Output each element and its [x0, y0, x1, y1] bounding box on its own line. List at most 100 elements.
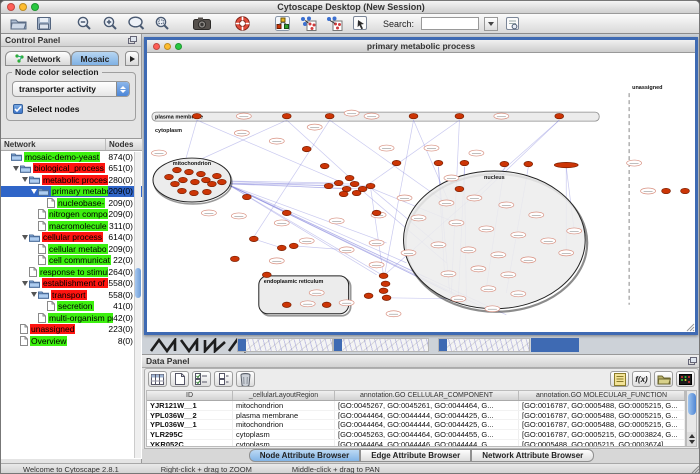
frame-zoom-button[interactable]	[175, 43, 182, 50]
expand-arrow-icon[interactable]	[12, 166, 20, 171]
network-frame-titlebar[interactable]: primary metabolic process	[147, 40, 695, 53]
tree-row-unassigned[interactable]: unassigned223(0)	[1, 324, 142, 336]
tree-row-response-to-stimul[interactable]: response to stimul264(0)	[1, 266, 142, 278]
zoom-selected-icon[interactable]	[151, 15, 173, 32]
window-titlebar[interactable]: Cytoscape Desktop (New Session)	[1, 1, 700, 14]
tab-network-attribute-browser[interactable]: Network Attribute Browser	[471, 449, 594, 462]
tree-row-mosaic-demo-yeast[interactable]: mosaic-demo-yeast874(0)	[1, 151, 142, 163]
minimize-button[interactable]	[19, 3, 27, 11]
table-row[interactable]: YLR295Ccytoplasm[GO:0045263, GO:0044464,…	[147, 430, 685, 440]
snapshot-camera-icon[interactable]	[191, 15, 213, 32]
matrix-view-icon[interactable]	[676, 371, 695, 387]
attribute-table-icon[interactable]	[148, 371, 167, 387]
tab-mosaic[interactable]: Mosaic	[71, 51, 120, 66]
zoom-out-icon[interactable]	[73, 15, 95, 32]
float-data-panel-icon[interactable]	[688, 357, 697, 365]
table-row[interactable]: YKR052Ccytoplasm[GO:0044464, GO:0044446,…	[147, 440, 685, 447]
table-scrollbar-thumb[interactable]	[688, 393, 696, 415]
tree-row-establishment-of-lo[interactable]: establishment of lo558(0)	[1, 278, 142, 290]
tree-row-cellular-metabo[interactable]: cellular metabo209(0)	[1, 243, 142, 255]
select-attributes-icon[interactable]	[192, 371, 211, 387]
tree-col-nodes[interactable]: Nodes	[106, 139, 142, 150]
tab-edge-attribute-browser[interactable]: Edge Attribute Browser	[360, 449, 471, 462]
zoom-button[interactable]	[31, 3, 39, 11]
column-header-3[interactable]: annotation.GO MOLECULAR_FUNCTION	[519, 391, 685, 400]
expand-arrow-icon[interactable]	[30, 292, 38, 297]
network-node-colored	[392, 160, 401, 165]
tree-scrollbar[interactable]	[134, 152, 141, 458]
search-dropdown-button[interactable]	[484, 17, 498, 31]
table-cell: YPL036W__2	[147, 411, 233, 420]
tree-row-macromolecule[interactable]: macromolecule311(0)	[1, 220, 142, 232]
float-panel-icon[interactable]	[128, 36, 137, 44]
layout-2-icon[interactable]	[323, 15, 345, 32]
tree-row-primary-metabo[interactable]: primary metabo209(0)	[1, 186, 142, 198]
tree-scrollbar-thumb[interactable]	[135, 268, 141, 298]
search-options-icon[interactable]	[502, 15, 524, 32]
new-attribute-icon[interactable]	[170, 371, 189, 387]
expand-arrow-icon[interactable]	[21, 177, 29, 182]
column-header-1[interactable]: _cellularLayoutRegion	[233, 391, 335, 400]
expand-arrow-icon[interactable]	[21, 281, 29, 286]
annotation-icon[interactable]	[349, 15, 371, 32]
tree-row-metabolic-process[interactable]: metabolic process280(0)	[1, 174, 142, 186]
network-canvas[interactable]: plasma membranecytoplasmnucleusmitochond…	[147, 53, 695, 332]
network-node-colored	[212, 173, 221, 178]
column-header-0[interactable]: ID	[147, 391, 233, 400]
vizmapper-icon[interactable]	[271, 15, 293, 32]
unselect-attributes-icon[interactable]	[214, 371, 233, 387]
tree-row-cellular-process[interactable]: cellular process614(0)	[1, 232, 142, 244]
table-row[interactable]: YJR121W__1mitochondrion[GO:0045267, GO:0…	[147, 401, 685, 411]
file-icon	[47, 198, 55, 208]
formula-builder-icon[interactable]	[610, 371, 629, 387]
layout-1-icon[interactable]	[297, 15, 319, 32]
zoom-fit-icon[interactable]	[125, 15, 147, 32]
minimized-frame-3[interactable]	[438, 338, 530, 352]
tree-row-nucleobase-[interactable]: nucleobase-209(0)	[1, 197, 142, 209]
table-cell: [GO:0016787, GO:0005488, GO:0005215, G..…	[519, 401, 685, 410]
tree-col-network[interactable]: Network	[1, 139, 106, 150]
tree-row-overview[interactable]: Overview8(0)	[1, 335, 142, 347]
import-attributes-folder-icon[interactable]	[654, 371, 673, 387]
dropdown-stepper-icon	[116, 82, 129, 96]
select-nodes-checkbox[interactable]	[13, 104, 23, 114]
tab-node-attribute-browser[interactable]: Node Attribute Browser	[249, 449, 361, 462]
zoom-in-icon[interactable]	[99, 15, 121, 32]
column-header-2[interactable]: annotation.GO CELLULAR_COMPONENT	[335, 391, 519, 400]
open-folder-icon[interactable]	[7, 15, 29, 32]
table-row[interactable]: YPL036W__2plasma membrane[GO:0044464, GO…	[147, 411, 685, 421]
search-input[interactable]	[421, 17, 479, 30]
scroll-down-icon[interactable]	[689, 440, 695, 444]
help-lifebuoy-icon[interactable]	[231, 15, 253, 32]
expand-arrow-icon[interactable]	[30, 189, 38, 194]
tree-row-label: response to stimul	[39, 267, 108, 277]
tree-row-cell-communicat[interactable]: cell communicat22(0)	[1, 255, 142, 267]
minimized-frame-4[interactable]	[531, 338, 579, 352]
tree-row-nitrogen-compo[interactable]: nitrogen compo209(0)	[1, 209, 142, 221]
delete-attribute-trash-icon[interactable]	[236, 371, 255, 387]
tree-row-transport[interactable]: transport558(0)	[1, 289, 142, 301]
network-node	[397, 195, 412, 201]
close-button[interactable]	[7, 3, 15, 11]
frame-close-button[interactable]	[153, 43, 160, 50]
table-scrollbar[interactable]	[686, 390, 697, 447]
table-row[interactable]: YPL036W__1mitochondrion[GO:0044464, GO:0…	[147, 420, 685, 430]
node-color-dropdown[interactable]: transporter activity	[12, 81, 130, 97]
window-resize-grip[interactable]	[690, 464, 700, 474]
frame-minimize-button[interactable]	[164, 43, 171, 50]
expand-arrow-icon[interactable]	[21, 235, 29, 240]
frame-resize-grip[interactable]	[686, 323, 695, 332]
minimized-frame-1[interactable]	[237, 338, 333, 352]
tree-row-secretion[interactable]: secretion41(0)	[1, 301, 142, 313]
scroll-up-icon[interactable]	[689, 434, 695, 438]
tree-row-multi-organism-pro[interactable]: multi-organism pro42(0)	[1, 312, 142, 324]
chevron-right-icon	[130, 56, 135, 62]
minimized-frame-2[interactable]	[333, 338, 429, 352]
tree-row-biological-process[interactable]: biological_process651(0)	[1, 163, 142, 175]
tab-overflow-button[interactable]	[125, 51, 139, 66]
save-icon[interactable]	[33, 15, 55, 32]
function-icon[interactable]: f(x)	[632, 371, 651, 387]
attribute-table[interactable]: ID_cellularLayoutRegionannotation.GO CEL…	[146, 390, 686, 447]
tab-network[interactable]: Network	[5, 51, 71, 66]
network-node	[441, 271, 456, 277]
